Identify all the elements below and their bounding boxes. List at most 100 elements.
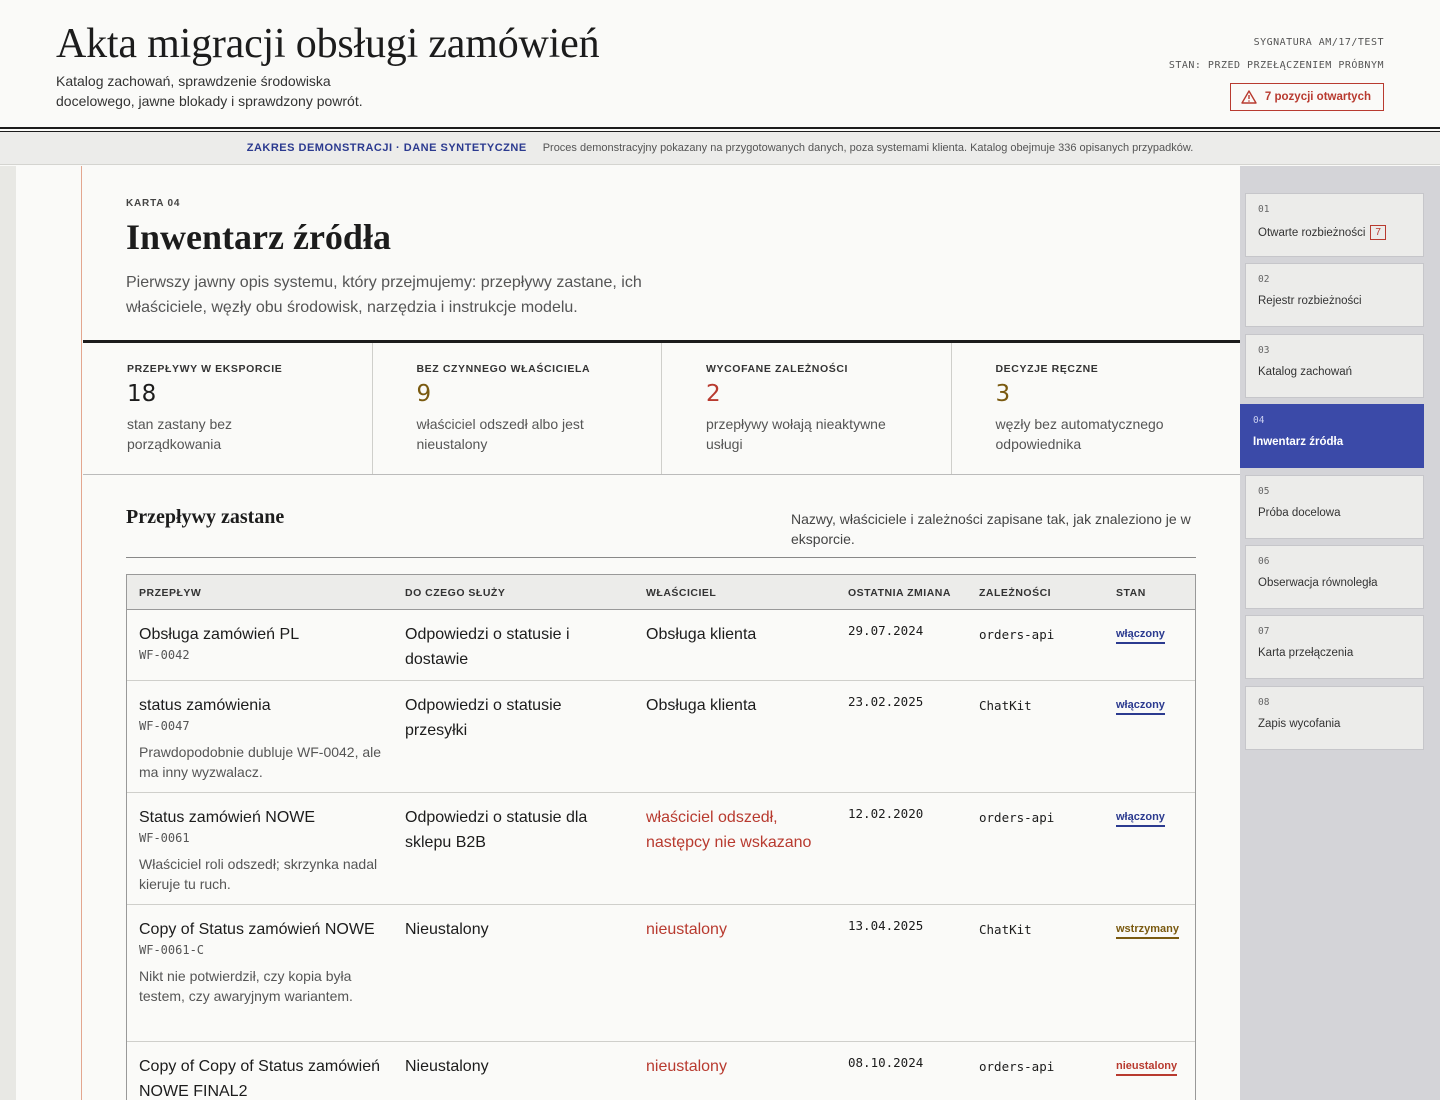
flow-dependency: orders-api (979, 1059, 1055, 1074)
nav-item-number: 06 (1258, 556, 1270, 567)
flow-name[interactable]: Status zamówień NOWE (139, 805, 389, 830)
header-rule (0, 127, 1440, 129)
flow-cell: Obsługa zamówień PL WF-0042 (139, 622, 389, 662)
flow-code: WF-0061-C (139, 943, 205, 957)
flow-name[interactable]: status zamówienia (139, 693, 389, 718)
nav-item-text: Rejestr rozbieżności (1258, 295, 1362, 308)
flow-purpose: Odpowiedzi o statusie dla sklepu B2B (405, 809, 588, 851)
flow-owner: Obsługa klienta (646, 697, 757, 714)
flow-name[interactable]: Copy of Status zamówień NOWE (139, 917, 389, 942)
nav-item-text: Karta przełączenia (1258, 647, 1354, 660)
flow-note: Właściciel roli odszedł; skrzynka nadal … (139, 856, 378, 892)
open-items-label: 7 pozycji otwartych (1264, 91, 1371, 103)
stat-value: 18 (127, 381, 157, 407)
column-header[interactable]: WŁAŚCICIEL (646, 587, 716, 599)
flow-dependency: orders-api (979, 810, 1055, 825)
stat-note: przepływy wołają nieaktywne usługi (706, 416, 886, 452)
nav-item-01[interactable]: 01 Otwarte rozbieżności 7 (1245, 193, 1424, 257)
column-header[interactable]: OSTATNIA ZMIANA (848, 587, 951, 599)
nav-item-number: 01 (1258, 204, 1270, 215)
nav-item-04[interactable]: 04 Inwentarz źródła (1240, 404, 1424, 469)
flow-date: 08.10.2024 (848, 1055, 924, 1070)
flow-date: 23.02.2025 (848, 694, 924, 709)
stats-strip: PRZEPŁYWY W EKSPORCIE 18 stan zastany bez … (83, 343, 1240, 475)
nav-item-08[interactable]: 08 Zapis wycofania (1245, 685, 1424, 750)
stat-label: DECYZJE RĘCZNE (995, 363, 1099, 375)
stat-value: 3 (995, 381, 1011, 407)
nav-item-label: Próba docelowa (1258, 507, 1340, 519)
nav-item-05[interactable]: 05 Próba docelowa (1245, 474, 1424, 539)
status-badge: nieustalony (1116, 1060, 1178, 1076)
flow-note: Nikt nie potwierdził, czy kopia była tes… (139, 968, 353, 1004)
scope-text: Proces demonstracyjny pokazany na przygo… (542, 142, 1194, 154)
flows-table: PRZEPŁYW DO CZEGO SŁUŻY WŁAŚCICIEL OSTATNIA… (126, 574, 1196, 1100)
table-row[interactable]: Obsługa zamówień PL WF-0042 Odpowiedzi o s… (127, 610, 1195, 681)
flow-dependency: ChatKit (979, 698, 1032, 713)
flow-name[interactable]: Obsługa zamówień PL (139, 622, 389, 647)
case-state: STAN: PRZED PRZEŁĄCZENIEM PRÓBNYM (1168, 60, 1384, 71)
nav-item-label: Inwentarz źródła (1253, 436, 1343, 448)
nav-item-label: Rejestr rozbieżności (1258, 295, 1362, 307)
section-nav: 01 Otwarte rozbieżności 7 02 Rejestr rozbież… (1240, 166, 1440, 1100)
flow-owner: nieustalony (646, 1058, 727, 1075)
column-header[interactable]: DO CZEGO SŁUŻY (405, 587, 505, 599)
warning-icon (1241, 90, 1257, 104)
nav-item-count: 7 (1370, 225, 1386, 240)
nav-item-number: 08 (1258, 696, 1270, 708)
nav-item-label: Karta przełączenia (1258, 647, 1353, 659)
flow-code: WF-0047 (139, 719, 190, 733)
table-header: PRZEPŁYW DO CZEGO SŁUŻY WŁAŚCICIEL OSTATNIA… (127, 575, 1195, 610)
table-row[interactable]: Status zamówień NOWE WF-0061 Właściciel ro… (127, 793, 1195, 905)
flow-dependency: orders-api (979, 627, 1055, 642)
column-header[interactable]: STAN (1116, 587, 1146, 599)
flow-note: Prawdopodobnie dubluje WF-0042, ale ma i… (139, 744, 382, 780)
nav-item-number: 02 (1258, 274, 1270, 286)
flow-purpose: Odpowiedzi o statusie i dostawie (405, 626, 570, 668)
table-row[interactable]: Copy of Status zamówień NOWE WF-0061-C Nik… (127, 905, 1195, 1042)
flow-cell: Copy of Status zamówień NOWE WF-0061-C Nik… (139, 917, 389, 1006)
stat-note: właściciel odszedł albo jest nieustalony (416, 416, 584, 452)
table-row[interactable]: status zamówienia WF-0047 Prawdopodobnie d… (127, 681, 1195, 793)
status-badge: włączony (1116, 628, 1165, 644)
stat-label: BEZ CZYNNEGO WŁAŚCICIELA (416, 363, 591, 375)
left-margin (16, 166, 82, 1100)
section-title: Inwentarz źródła (126, 217, 391, 257)
flow-date: 13.04.2025 (848, 918, 924, 933)
nav-item-02[interactable]: 02 Rejestr rozbieżności (1245, 263, 1424, 328)
nav-item-06[interactable]: 06 Obserwacja równoległa (1245, 545, 1424, 609)
case-signature: SYGNATURA AM/17/TEST (1253, 37, 1384, 48)
flow-name[interactable]: Copy of Copy of Status zamówień NOWE FIN… (139, 1054, 389, 1100)
stat-card: WYCOFANE ZALEŻNOŚCI 2 przepływy wołają nie… (662, 343, 952, 474)
nav-item-text: Zapis wycofania (1258, 717, 1341, 730)
status-badge: włączony (1116, 811, 1165, 827)
app-title: Akta migracji obsługi zamówień (56, 21, 600, 67)
flows-note: Nazwy, właściciele i zależności zapisane… (791, 511, 1191, 547)
nav-item-number: 03 (1258, 344, 1270, 356)
flow-owner: nieustalony (646, 921, 727, 938)
flow-cell: Copy of Copy of Status zamówień NOWE FIN… (139, 1054, 389, 1100)
scope-label: ZAKRES DEMONSTRACJI · DANE SYNTETYCZNE (246, 142, 527, 154)
flow-cell: status zamówienia WF-0047 Prawdopodobnie d… (139, 693, 389, 782)
table-row[interactable]: Copy of Copy of Status zamówień NOWE FIN… (127, 1042, 1195, 1100)
column-header[interactable]: PRZEPŁYW (139, 587, 201, 599)
scope-banner: ZAKRES DEMONSTRACJI · DANE SYNTETYCZNE P… (0, 132, 1440, 165)
nav-item-label: Otwarte rozbieżności 7 (1258, 225, 1386, 240)
status-badge: wstrzymany (1116, 923, 1179, 939)
stat-label: WYCOFANE ZALEŻNOŚCI (706, 363, 849, 375)
nav-item-number: 07 (1258, 626, 1270, 638)
flow-code: WF-0061 (139, 831, 190, 845)
nav-item-label: Obserwacja równoległa (1258, 577, 1378, 589)
stat-value: 2 (706, 381, 721, 407)
flow-owner: właściciel odszedł, następcy nie wskazan… (646, 809, 812, 851)
nav-item-03[interactable]: 03 Katalog zachowań (1245, 333, 1424, 398)
column-header[interactable]: ZALEŻNOŚCI (979, 587, 1051, 599)
flow-purpose: Odpowiedzi o statusie przesyłki (405, 697, 562, 739)
flow-owner: Obsługa klienta (646, 626, 757, 643)
nav-item-07[interactable]: 07 Karta przełączenia (1245, 615, 1424, 680)
flow-purpose: Nieustalony (405, 921, 489, 938)
table-body: Obsługa zamówień PL WF-0042 Odpowiedzi o s… (127, 610, 1195, 1100)
nav-item-text: Otwarte rozbieżności (1258, 226, 1366, 239)
open-items-button[interactable]: 7 pozycji otwartych (1229, 83, 1384, 111)
page-gutter (0, 166, 16, 1100)
nav-item-text: Inwentarz źródła (1253, 436, 1344, 449)
